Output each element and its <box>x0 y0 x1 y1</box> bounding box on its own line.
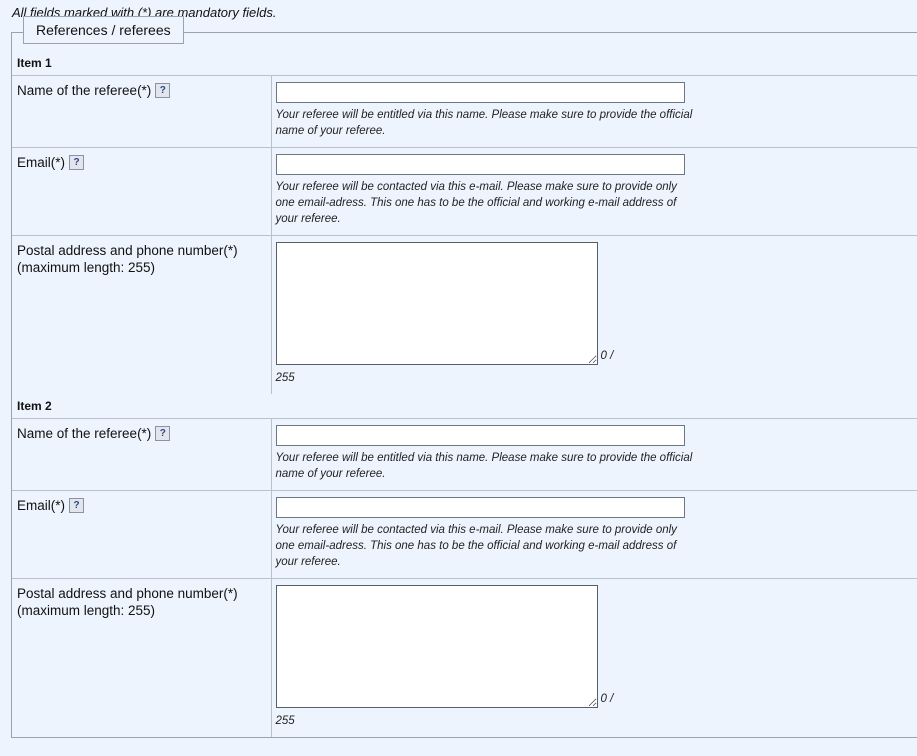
label-cell-name-of-referee: Name of the referee(*)? <box>12 418 272 491</box>
field-cell-email: Your referee will be contacted via this … <box>271 147 917 236</box>
item-heading-2: Item 2 <box>17 399 52 413</box>
name-of-referee-input[interactable] <box>275 82 685 103</box>
field-cell-postal-address: 0 / 255 <box>271 235 917 394</box>
char-counter-max: 255 <box>275 372 295 384</box>
table-row: Name of the referee(*)? Your referee wil… <box>12 418 917 491</box>
label-name-of-referee: Name of the referee(*) <box>17 426 152 441</box>
table-row: Name of the referee(*)? Your referee wil… <box>12 75 917 148</box>
char-counter-current: 0 / <box>600 693 614 705</box>
table-row: Email(*)? Your referee will be contacted… <box>12 147 917 236</box>
postal-address-textarea-wrap: 0 / <box>275 585 626 708</box>
postal-address-textarea[interactable] <box>275 585 598 708</box>
label-email: Email(*) <box>17 155 66 170</box>
item-2-form-table: Name of the referee(*)? Your referee wil… <box>12 418 917 737</box>
label-postal-address: Postal address and phone number(*) <box>17 243 238 258</box>
postal-address-textarea[interactable] <box>275 242 598 365</box>
email-input[interactable] <box>275 497 685 518</box>
hint-name-of-referee: Your referee will be entitled via this n… <box>275 109 693 137</box>
fieldset-content: Item 1 Name of the referee(*)? Your refe… <box>12 33 917 738</box>
label-postal-address-maxlength: (maximum length: 255) <box>17 260 156 275</box>
help-icon[interactable]: ? <box>69 155 85 170</box>
help-icon[interactable]: ? <box>155 83 171 98</box>
field-cell-name-of-referee: Your referee will be entitled via this n… <box>271 75 917 148</box>
label-name-of-referee: Name of the referee(*) <box>17 83 152 98</box>
label-postal-address: Postal address and phone number(*) <box>17 586 238 601</box>
label-cell-email: Email(*)? <box>12 490 272 579</box>
label-cell-postal-address: Postal address and phone number(*) (maxi… <box>12 578 272 737</box>
table-row: Postal address and phone number(*) (maxi… <box>12 578 917 737</box>
table-row: Postal address and phone number(*) (maxi… <box>12 235 917 394</box>
email-input[interactable] <box>275 154 685 175</box>
field-cell-postal-address: 0 / 255 <box>271 578 917 737</box>
item-heading-1: Item 1 <box>17 56 52 70</box>
char-counter-current: 0 / <box>600 350 614 362</box>
hint-email: Your referee will be contacted via this … <box>275 524 677 568</box>
item-1-form-table: Name of the referee(*)? Your referee wil… <box>12 75 917 394</box>
name-of-referee-input[interactable] <box>275 425 685 446</box>
label-cell-email: Email(*)? <box>12 147 272 236</box>
label-email: Email(*) <box>17 498 66 513</box>
fieldset-legend-references-referees: References / referees <box>23 16 184 44</box>
table-row: Email(*)? Your referee will be contacted… <box>12 490 917 579</box>
fieldset-bottom-edge <box>12 737 917 738</box>
help-icon[interactable]: ? <box>69 498 85 513</box>
hint-name-of-referee: Your referee will be entitled via this n… <box>275 452 693 480</box>
postal-address-textarea-wrap: 0 / <box>275 242 626 365</box>
char-counter-max: 255 <box>275 715 295 727</box>
label-cell-name-of-referee: Name of the referee(*)? <box>12 75 272 148</box>
field-cell-name-of-referee: Your referee will be entitled via this n… <box>271 418 917 491</box>
label-postal-address-maxlength: (maximum length: 255) <box>17 603 156 618</box>
references-fieldset: References / referees Item 1 Name of the… <box>11 16 917 738</box>
hint-email: Your referee will be contacted via this … <box>275 181 677 225</box>
label-cell-postal-address: Postal address and phone number(*) (maxi… <box>12 235 272 394</box>
field-cell-email: Your referee will be contacted via this … <box>271 490 917 579</box>
help-icon[interactable]: ? <box>155 426 171 441</box>
